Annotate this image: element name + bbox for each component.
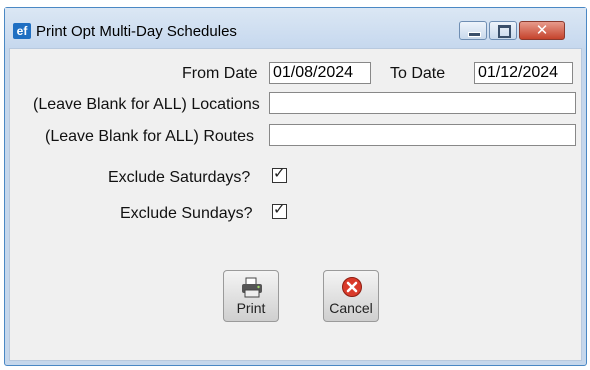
window-title: Print Opt Multi-Day Schedules: [36, 23, 237, 40]
to-date-label: To Date: [390, 65, 446, 82]
dialog-window: ef Print Opt Multi-Day Schedules ✕ From …: [4, 7, 587, 366]
locations-field[interactable]: [269, 92, 576, 114]
cancel-button-label: Cancel: [329, 300, 373, 316]
to-date-field[interactable]: 01/12/2024: [474, 62, 573, 84]
checkmark-icon: ✓: [273, 200, 286, 218]
title-bar[interactable]: ef Print Opt Multi-Day Schedules ✕: [5, 8, 586, 48]
maximize-button[interactable]: [489, 21, 517, 40]
exclude-saturdays-label: Exclude Saturdays?: [108, 169, 251, 186]
minimize-button[interactable]: [459, 21, 487, 40]
cancel-button[interactable]: Cancel: [323, 270, 379, 322]
print-button[interactable]: Print: [223, 270, 279, 322]
app-icon: ef: [13, 23, 31, 39]
exclude-saturdays-checkbox[interactable]: ✓: [272, 164, 287, 183]
maximize-icon: [498, 25, 511, 38]
minimize-icon: [468, 32, 481, 37]
from-date-field[interactable]: 01/08/2024: [269, 62, 371, 84]
close-icon: ✕: [535, 21, 549, 39]
exclude-sundays-checkbox[interactable]: ✓: [272, 200, 287, 219]
from-date-label: From Date: [182, 65, 258, 82]
exclude-sundays-label: Exclude Sundays?: [120, 205, 253, 222]
printer-icon: [242, 277, 262, 298]
routes-label: (Leave Blank for ALL) Routes: [45, 128, 255, 145]
close-button[interactable]: ✕: [519, 21, 565, 40]
checkmark-icon: ✓: [273, 164, 286, 182]
print-button-label: Print: [236, 300, 266, 316]
routes-field[interactable]: [269, 124, 576, 146]
cancel-icon: [342, 277, 362, 297]
dialog-body: From Date 01/08/2024 To Date 01/12/2024 …: [9, 48, 582, 361]
locations-label: (Leave Blank for ALL) Locations: [33, 96, 260, 113]
